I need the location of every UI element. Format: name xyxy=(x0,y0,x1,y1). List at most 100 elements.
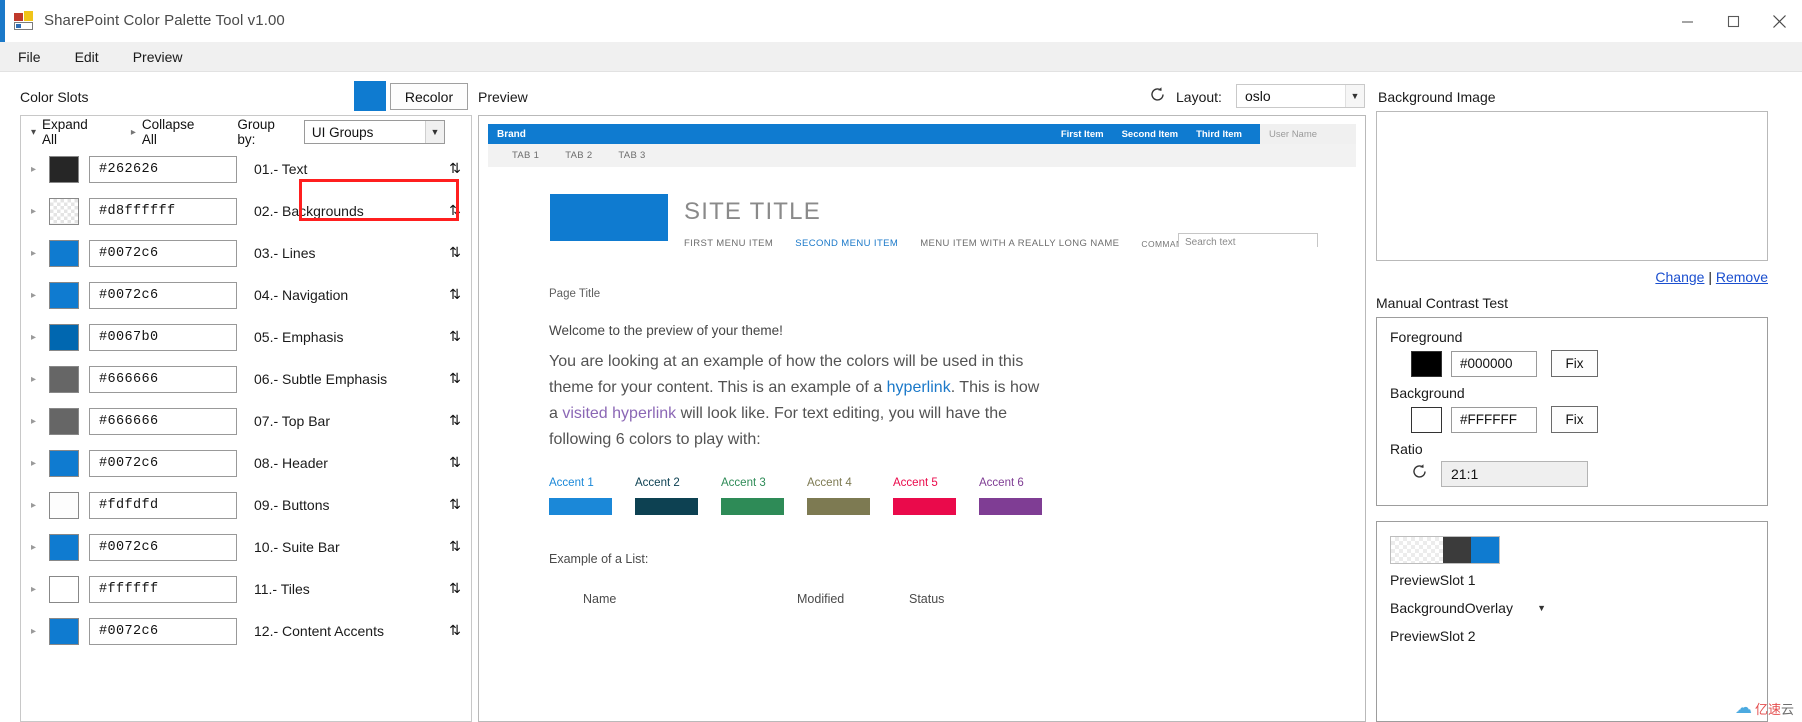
table-row[interactable]: ▸ #0067b0 05.- Emphasis ⇅ xyxy=(21,316,471,358)
slot-hex-input[interactable]: #0067b0 xyxy=(89,323,237,351)
slot-hex-input[interactable]: #666666 xyxy=(89,407,237,435)
expand-triangle-icon[interactable]: ▸ xyxy=(31,290,49,301)
table-row[interactable]: ▸ #0072c6 04.- Navigation ⇅ xyxy=(21,274,471,316)
table-row[interactable]: ▸ #ffffff 11.- Tiles ⇅ xyxy=(21,568,471,610)
maximize-icon[interactable] xyxy=(1710,0,1756,42)
table-row[interactable]: ▸ #d8ffffff 02.- Backgrounds ⇅ xyxy=(21,190,471,232)
table-row[interactable]: ▸ #666666 07.- Top Bar ⇅ xyxy=(21,400,471,442)
slot-sort-icon[interactable]: ⇅ xyxy=(437,455,471,471)
close-icon[interactable] xyxy=(1756,0,1802,42)
expand-triangle-icon[interactable]: ▸ xyxy=(31,332,49,343)
slot-sort-icon[interactable]: ⇅ xyxy=(437,203,471,219)
slot-color-swatch[interactable] xyxy=(49,239,79,267)
recolor-color-swatch[interactable] xyxy=(354,81,386,111)
slot-sort-icon[interactable]: ⇅ xyxy=(437,413,471,429)
chevron-down-icon[interactable]: ▼ xyxy=(1537,603,1550,613)
foreground-color-swatch[interactable] xyxy=(1411,350,1442,377)
slot-color-swatch[interactable] xyxy=(49,323,79,351)
preview-slot-1-select[interactable]: BackgroundOverlay ▼ xyxy=(1390,596,1550,620)
slot-hex-input[interactable]: #0072c6 xyxy=(89,449,237,477)
slot-hex-input[interactable]: #262626 xyxy=(89,155,237,183)
slot-sort-icon[interactable]: ⇅ xyxy=(437,371,471,387)
slot-hex-input[interactable]: #666666 xyxy=(89,365,237,393)
slot-hex-input[interactable]: #0072c6 xyxy=(89,281,237,309)
expand-triangle-icon[interactable]: ▸ xyxy=(31,458,49,469)
expand-triangle-icon[interactable]: ▸ xyxy=(31,626,49,637)
menu-item-edit[interactable]: Edit xyxy=(75,49,99,65)
suite-link-second[interactable]: Second Item xyxy=(1122,129,1179,140)
table-row[interactable]: ▸ #fdfdfd 09.- Buttons ⇅ xyxy=(21,484,471,526)
recolor-button[interactable]: Recolor xyxy=(390,83,468,110)
visited-hyperlink-sample[interactable]: visited hyperlink xyxy=(562,405,676,422)
slot-sort-icon[interactable]: ⇅ xyxy=(437,581,471,597)
column-header-status[interactable]: Status xyxy=(909,592,944,606)
menu-item-file[interactable]: File xyxy=(18,49,41,65)
expand-triangle-icon[interactable]: ▸ xyxy=(31,206,49,217)
column-header-name[interactable]: Name xyxy=(549,592,797,606)
table-row[interactable]: ▸ #666666 06.- Subtle Emphasis ⇅ xyxy=(21,358,471,400)
group-by-select[interactable]: UI Groups ▼ xyxy=(303,120,445,144)
column-header-modified[interactable]: Modified xyxy=(797,592,909,606)
slot-color-swatch[interactable] xyxy=(49,449,79,477)
slot-sort-icon[interactable]: ⇅ xyxy=(437,245,471,261)
minimize-icon[interactable] xyxy=(1664,0,1710,42)
expand-triangle-icon[interactable]: ▸ xyxy=(31,584,49,595)
table-row[interactable]: ▸ #0072c6 03.- Lines ⇅ xyxy=(21,232,471,274)
slot-color-swatch[interactable] xyxy=(49,575,79,603)
expand-all-button[interactable]: ▾ Expand All xyxy=(31,117,105,147)
menu-item-preview[interactable]: Preview xyxy=(133,49,183,65)
table-row[interactable]: ▸ #0072c6 08.- Header ⇅ xyxy=(21,442,471,484)
foreground-fix-button[interactable]: Fix xyxy=(1551,350,1598,377)
suite-user-name[interactable]: User Name xyxy=(1260,124,1356,144)
ratio-refresh-icon[interactable] xyxy=(1411,463,1428,485)
foreground-hex-input[interactable]: #000000 xyxy=(1451,350,1537,377)
chevron-down-icon[interactable]: ▼ xyxy=(425,121,444,143)
background-color-swatch[interactable] xyxy=(1411,406,1442,433)
expand-triangle-icon[interactable]: ▸ xyxy=(31,542,49,553)
collapse-all-button[interactable]: ▸ Collapse All xyxy=(131,117,212,147)
refresh-icon[interactable] xyxy=(1149,86,1166,108)
slot-color-swatch[interactable] xyxy=(49,407,79,435)
slot-sort-icon[interactable]: ⇅ xyxy=(437,497,471,513)
hyperlink-sample[interactable]: hyperlink xyxy=(887,379,951,396)
page-title: Page Title xyxy=(549,288,601,300)
slot-sort-icon[interactable]: ⇅ xyxy=(437,329,471,345)
slot-hex-input[interactable]: #0072c6 xyxy=(89,239,237,267)
background-fix-button[interactable]: Fix xyxy=(1551,406,1598,433)
suite-link-third[interactable]: Third Item xyxy=(1196,129,1242,140)
slot-sort-icon[interactable]: ⇅ xyxy=(437,287,471,303)
slot-hex-input[interactable]: #fdfdfd xyxy=(89,491,237,519)
slot-hex-input[interactable]: #ffffff xyxy=(89,575,237,603)
slot-color-swatch[interactable] xyxy=(49,281,79,309)
slot-color-swatch[interactable] xyxy=(49,197,79,225)
remove-link[interactable]: Remove xyxy=(1716,269,1768,285)
table-row[interactable]: ▸ #0072c6 10.- Suite Bar ⇅ xyxy=(21,526,471,568)
tab-2[interactable]: TAB 2 xyxy=(565,150,592,161)
expand-triangle-icon[interactable]: ▸ xyxy=(31,500,49,511)
slot-color-swatch[interactable] xyxy=(49,617,79,645)
slot-color-swatch[interactable] xyxy=(49,491,79,519)
slot-hex-input[interactable]: #0072c6 xyxy=(89,533,237,561)
table-row[interactable]: ▸ #262626 01.- Text ⇅ xyxy=(21,148,471,190)
expand-triangle-icon[interactable]: ▸ xyxy=(31,248,49,259)
expand-triangle-icon[interactable]: ▸ xyxy=(31,374,49,385)
suite-link-first[interactable]: First Item xyxy=(1061,129,1104,140)
expand-triangle-icon[interactable]: ▸ xyxy=(31,164,49,175)
background-image-preview[interactable] xyxy=(1376,111,1768,261)
chevron-down-icon[interactable]: ▼ xyxy=(1345,85,1364,107)
slot-color-swatch[interactable] xyxy=(49,155,79,183)
slot-color-swatch[interactable] xyxy=(49,533,79,561)
slot-color-swatch[interactable] xyxy=(49,365,79,393)
slot-sort-icon[interactable]: ⇅ xyxy=(437,623,471,639)
slot-sort-icon[interactable]: ⇅ xyxy=(437,161,471,177)
slot-hex-input[interactable]: #0072c6 xyxy=(89,617,237,645)
tab-3[interactable]: TAB 3 xyxy=(618,150,645,161)
slot-sort-icon[interactable]: ⇅ xyxy=(437,539,471,555)
change-link[interactable]: Change xyxy=(1655,269,1704,285)
layout-select[interactable]: oslo ▼ xyxy=(1236,84,1365,108)
tab-1[interactable]: TAB 1 xyxy=(512,150,539,161)
background-hex-input[interactable]: #FFFFFF xyxy=(1451,406,1537,433)
slot-hex-input[interactable]: #d8ffffff xyxy=(89,197,237,225)
table-row[interactable]: ▸ #0072c6 12.- Content Accents ⇅ xyxy=(21,610,471,652)
expand-triangle-icon[interactable]: ▸ xyxy=(31,416,49,427)
